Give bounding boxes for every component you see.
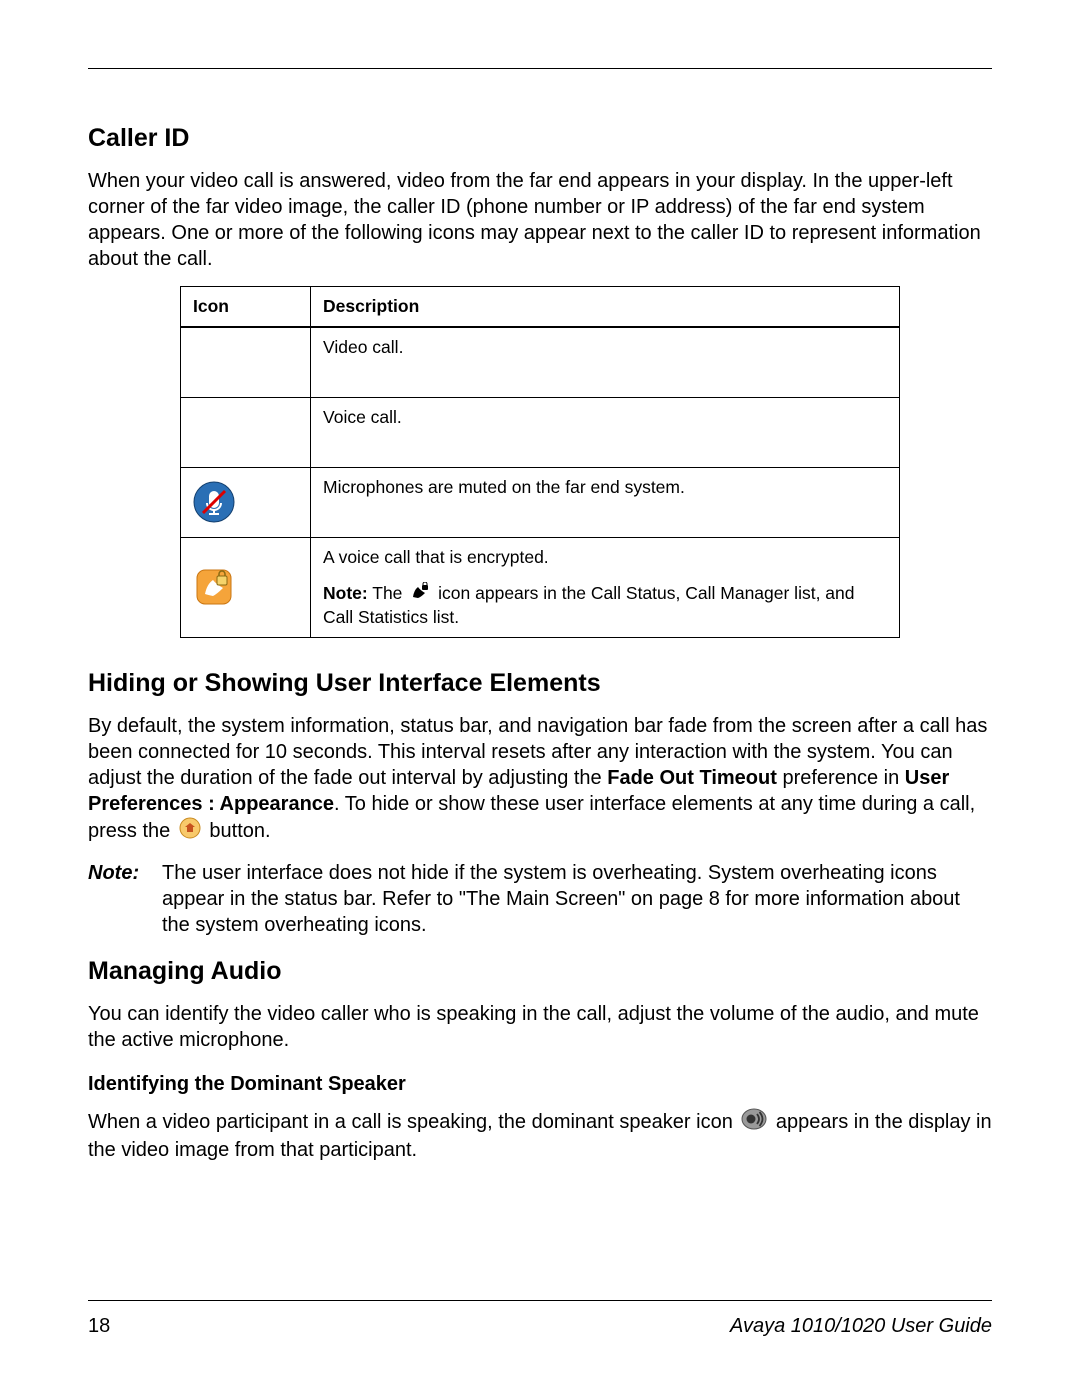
table-row: Microphones are muted on the far end sys…: [181, 467, 900, 537]
para-managing-audio: You can identify the video caller who is…: [88, 1001, 992, 1053]
home-button-icon: [179, 817, 201, 846]
phone-lock-icon: [410, 582, 430, 607]
text: preference in: [777, 767, 905, 789]
note-body: The user interface does not hide if the …: [162, 860, 992, 938]
icon-table: Icon Description Video call. Voice call.: [180, 286, 900, 638]
note-label: Note:: [88, 860, 162, 938]
page-content: Caller ID When your video call is answer…: [88, 123, 992, 1270]
heading-managing-audio: Managing Audio: [88, 956, 992, 987]
text: button.: [204, 820, 271, 842]
table-header-description: Description: [311, 287, 900, 328]
heading-hiding: Hiding or Showing User Interface Element…: [88, 668, 992, 699]
encrypted-voice-icon: [181, 537, 311, 637]
table-cell-desc: Video call.: [311, 327, 900, 397]
text: When a video participant in a call is sp…: [88, 1111, 738, 1133]
table-row: Voice call.: [181, 397, 900, 467]
table-cell-desc: Voice call.: [311, 397, 900, 467]
note-block: Note: The user interface does not hide i…: [88, 860, 992, 938]
heading-dominant-speaker: Identifying the Dominant Speaker: [88, 1073, 992, 1096]
para-caller-id: When your video call is answered, video …: [88, 168, 992, 272]
dominant-speaker-icon: [741, 1108, 767, 1137]
voice-call-icon: [181, 397, 311, 467]
para-hiding: By default, the system information, stat…: [88, 713, 992, 846]
table-cell-desc: Microphones are muted on the far end sys…: [311, 467, 900, 537]
page-number: 18: [88, 1315, 110, 1338]
table-row: Video call.: [181, 327, 900, 397]
table-cell-desc: A voice call that is encrypted. Note: Th…: [311, 537, 900, 637]
mic-muted-icon: [181, 467, 311, 537]
bold-fade-out-timeout: Fade Out Timeout: [607, 767, 777, 789]
table-header-icon: Icon: [181, 287, 311, 328]
note-text-a: The: [368, 583, 408, 603]
para-dominant-speaker: When a video participant in a call is sp…: [88, 1108, 992, 1163]
table-row: A voice call that is encrypted. Note: Th…: [181, 537, 900, 637]
top-rule: [88, 68, 992, 69]
page-footer: 18 Avaya 1010/1020 User Guide: [88, 1300, 992, 1338]
heading-caller-id: Caller ID: [88, 123, 992, 154]
video-call-icon: [181, 327, 311, 397]
encrypted-note: Note: The icon appears in the Call Statu…: [323, 582, 887, 628]
footer-title: Avaya 1010/1020 User Guide: [730, 1315, 992, 1338]
note-label: Note:: [323, 583, 368, 603]
encrypted-desc-line: A voice call that is encrypted.: [323, 547, 887, 568]
